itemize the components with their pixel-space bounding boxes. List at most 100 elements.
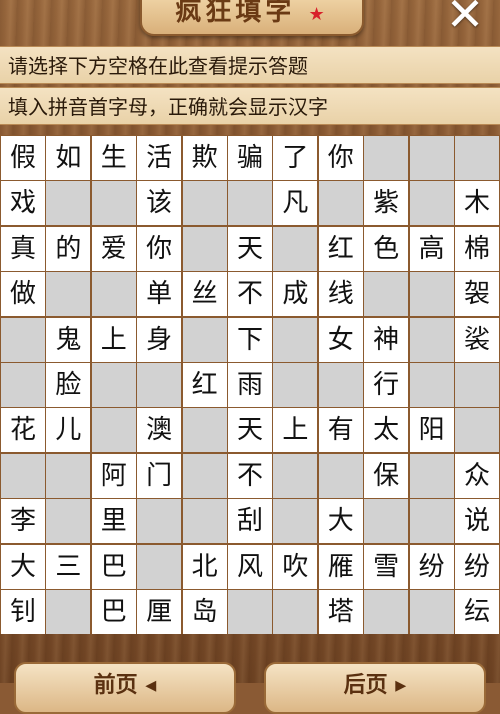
grid-cell-empty[interactable] [409, 499, 454, 544]
grid-cell-filled[interactable]: 你 [137, 226, 182, 271]
grid-cell-filled[interactable]: 天 [228, 226, 272, 271]
grid-cell-filled[interactable]: 风 [228, 544, 272, 589]
grid-cell-filled[interactable]: 纷 [455, 544, 499, 589]
grid-cell-filled[interactable]: 裟 [455, 317, 499, 362]
grid-cell-filled[interactable]: 欺 [182, 136, 227, 180]
grid-cell-filled[interactable]: 吹 [273, 544, 318, 589]
grid-cell-filled[interactable]: 阿 [91, 453, 136, 498]
grid-cell-empty[interactable] [137, 499, 182, 544]
grid-cell-filled[interactable]: 假 [1, 136, 45, 180]
grid-cell-empty[interactable] [318, 181, 363, 226]
grid-cell-filled[interactable]: 花 [1, 408, 45, 453]
grid-cell-empty[interactable] [364, 136, 409, 180]
grid-cell-empty[interactable] [137, 544, 182, 589]
grid-cell-empty[interactable] [1, 363, 45, 407]
grid-cell-empty[interactable] [91, 181, 136, 226]
grid-cell-filled[interactable]: 不 [228, 272, 272, 317]
grid-cell-empty[interactable] [182, 499, 227, 544]
prev-page-button[interactable]: 前页 ◂ [14, 662, 236, 714]
grid-cell-empty[interactable] [46, 272, 91, 317]
grid-cell-empty[interactable] [455, 136, 499, 180]
grid-cell-empty[interactable] [228, 181, 272, 226]
grid-cell-filled[interactable]: 塔 [318, 590, 363, 634]
grid-cell-filled[interactable]: 红 [182, 363, 227, 407]
grid-cell-filled[interactable]: 钊 [1, 590, 45, 634]
grid-cell-filled[interactable]: 生 [91, 136, 136, 180]
grid-cell-filled[interactable]: 众 [455, 453, 499, 498]
grid-cell-filled[interactable]: 雨 [228, 363, 272, 407]
grid-cell-filled[interactable]: 脸 [46, 363, 91, 407]
grid-cell-filled[interactable]: 紫 [364, 181, 409, 226]
grid-cell-filled[interactable]: 雪 [364, 544, 409, 589]
grid-cell-filled[interactable]: 纭 [455, 590, 499, 634]
grid-cell-empty[interactable] [409, 453, 454, 498]
grid-cell-filled[interactable]: 丝 [182, 272, 227, 317]
grid-cell-empty[interactable] [409, 272, 454, 317]
grid-cell-filled[interactable]: 下 [228, 317, 272, 362]
grid-cell-empty[interactable] [364, 499, 409, 544]
grid-cell-empty[interactable] [91, 408, 136, 453]
grid-cell-filled[interactable]: 太 [364, 408, 409, 453]
grid-cell-filled[interactable]: 棉 [455, 226, 499, 271]
grid-cell-filled[interactable]: 骗 [228, 136, 272, 180]
grid-cell-filled[interactable]: 活 [137, 136, 182, 180]
grid-cell-filled[interactable]: 上 [91, 317, 136, 362]
grid-cell-empty[interactable] [91, 363, 136, 407]
grid-cell-filled[interactable]: 阳 [409, 408, 454, 453]
grid-cell-filled[interactable]: 高 [409, 226, 454, 271]
grid-cell-filled[interactable]: 巴 [91, 590, 136, 634]
grid-cell-empty[interactable] [364, 590, 409, 634]
grid-cell-filled[interactable]: 巴 [91, 544, 136, 589]
grid-cell-filled[interactable]: 女 [318, 317, 363, 362]
grid-cell-filled[interactable]: 李 [1, 499, 45, 544]
grid-cell-filled[interactable]: 如 [46, 136, 91, 180]
next-page-button[interactable]: 后页 ▸ [264, 662, 486, 714]
grid-cell-empty[interactable] [409, 181, 454, 226]
grid-cell-filled[interactable]: 有 [318, 408, 363, 453]
grid-cell-empty[interactable] [137, 363, 182, 407]
grid-cell-filled[interactable]: 行 [364, 363, 409, 407]
grid-cell-filled[interactable]: 雁 [318, 544, 363, 589]
grid-cell-filled[interactable]: 不 [228, 453, 272, 498]
grid-cell-filled[interactable]: 三 [46, 544, 91, 589]
grid-cell-empty[interactable] [182, 181, 227, 226]
grid-cell-empty[interactable] [182, 226, 227, 271]
grid-cell-filled[interactable]: 了 [273, 136, 318, 180]
grid-cell-empty[interactable] [409, 136, 454, 180]
grid-cell-filled[interactable]: 神 [364, 317, 409, 362]
grid-cell-empty[interactable] [182, 408, 227, 453]
grid-cell-filled[interactable]: 真 [1, 226, 45, 271]
grid-cell-empty[interactable] [182, 453, 227, 498]
grid-cell-filled[interactable]: 大 [1, 544, 45, 589]
grid-cell-filled[interactable]: 木 [455, 181, 499, 226]
grid-cell-filled[interactable]: 说 [455, 499, 499, 544]
grid-cell-filled[interactable]: 红 [318, 226, 363, 271]
grid-cell-filled[interactable]: 身 [137, 317, 182, 362]
grid-cell-filled[interactable]: 澳 [137, 408, 182, 453]
grid-cell-empty[interactable] [273, 590, 318, 634]
grid-cell-filled[interactable]: 岛 [182, 590, 227, 634]
grid-cell-filled[interactable]: 保 [364, 453, 409, 498]
grid-cell-filled[interactable]: 上 [273, 408, 318, 453]
grid-cell-empty[interactable] [273, 499, 318, 544]
grid-cell-filled[interactable]: 大 [318, 499, 363, 544]
grid-cell-filled[interactable]: 你 [318, 136, 363, 180]
grid-cell-filled[interactable]: 纷 [409, 544, 454, 589]
grid-cell-empty[interactable] [273, 317, 318, 362]
grid-cell-filled[interactable]: 成 [273, 272, 318, 317]
grid-cell-empty[interactable] [409, 363, 454, 407]
grid-cell-filled[interactable]: 厘 [137, 590, 182, 634]
grid-cell-empty[interactable] [364, 272, 409, 317]
grid-cell-empty[interactable] [46, 499, 91, 544]
grid-cell-empty[interactable] [409, 590, 454, 634]
close-button[interactable]: ✕ [440, 0, 490, 37]
grid-cell-empty[interactable] [46, 181, 91, 226]
grid-cell-empty[interactable] [318, 363, 363, 407]
grid-cell-empty[interactable] [1, 317, 45, 362]
grid-cell-filled[interactable]: 该 [137, 181, 182, 226]
grid-cell-filled[interactable]: 里 [91, 499, 136, 544]
grid-cell-filled[interactable]: 儿 [46, 408, 91, 453]
grid-cell-empty[interactable] [409, 317, 454, 362]
grid-cell-filled[interactable]: 色 [364, 226, 409, 271]
grid-cell-filled[interactable]: 天 [228, 408, 272, 453]
